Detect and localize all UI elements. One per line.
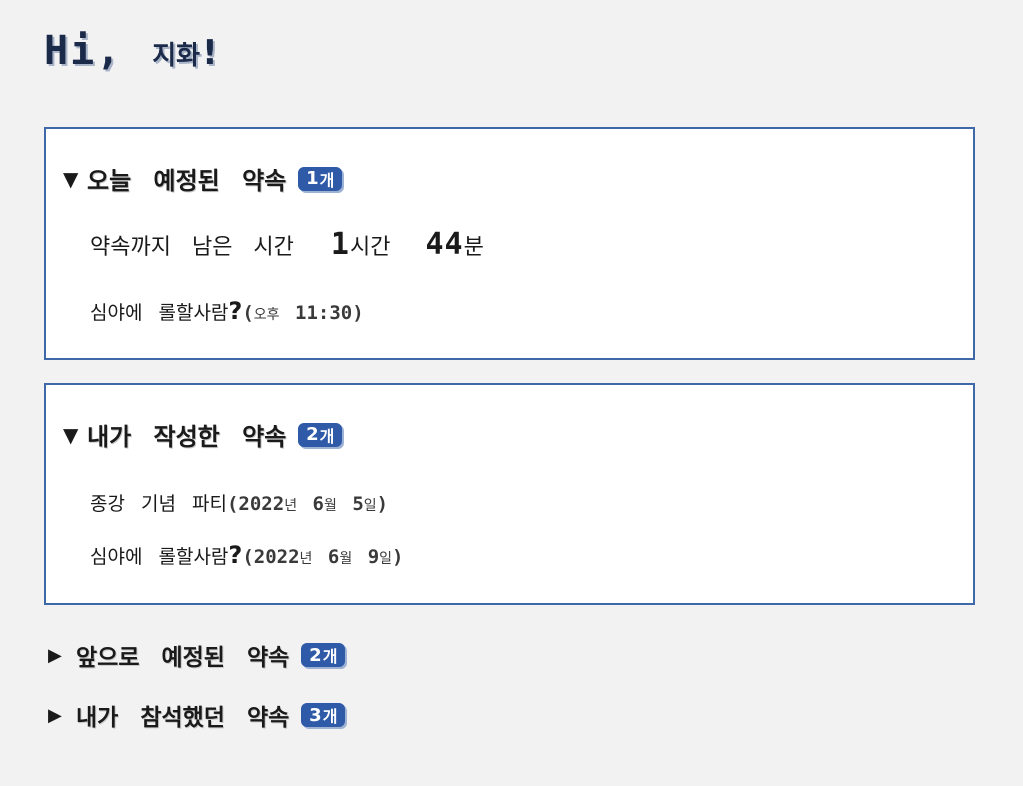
collapse-triangle-icon: ▼ bbox=[63, 166, 79, 191]
count-badge-unit: 개 bbox=[319, 426, 335, 446]
time-remaining-hours: 1 bbox=[330, 227, 350, 262]
date-year-unit: 년 bbox=[284, 498, 298, 514]
appointment-item[interactable]: 심야에 롤할사람?(2022년 6월 9일) bbox=[90, 541, 403, 569]
count-badge: 2 개 bbox=[301, 643, 346, 667]
today-appointments-header[interactable]: ▼ 오늘 예정된 약속 1 개 bbox=[63, 161, 343, 196]
my-appointments-panel: ▼ 내가 작성한 약속 2 개 종강 기념 파티(2022년 6월 5일) 심야… bbox=[44, 383, 975, 605]
date-year: 2022 bbox=[253, 546, 300, 568]
expand-triangle-icon: ▶ bbox=[48, 704, 62, 726]
appointment-question-mark: ? bbox=[228, 297, 243, 325]
appointment-name: 종강 기념 파티 bbox=[90, 493, 227, 515]
count-badge: 1 개 bbox=[298, 166, 343, 191]
date-month-unit: 월 bbox=[339, 551, 353, 567]
date-day: 9 bbox=[367, 546, 380, 568]
appointment-date: (2022년 6월 9일) bbox=[242, 546, 404, 568]
time-remaining-label: 약속까지 남은 시간 bbox=[90, 235, 294, 260]
greeting: Hi, 지화 ! bbox=[44, 28, 218, 74]
count-badge-number: 3 bbox=[309, 704, 322, 726]
count-badge-unit: 개 bbox=[319, 170, 335, 190]
my-appointments-title: 내가 작성한 약속 bbox=[87, 423, 287, 451]
attended-appointments-title: 내가 참석했던 약속 bbox=[76, 705, 290, 731]
appointment-name: 심야에 롤할사람 bbox=[90, 302, 229, 324]
appointment-time: (오후 11:30) bbox=[242, 302, 363, 324]
time-remaining-minutes-unit: 분 bbox=[463, 235, 484, 260]
date-day-unit: 일 bbox=[379, 551, 393, 567]
date-month-unit: 월 bbox=[323, 498, 337, 514]
count-badge-unit: 개 bbox=[322, 707, 338, 726]
paren-close: ) bbox=[352, 302, 364, 324]
appointment-name: 심야에 롤할사람 bbox=[90, 546, 229, 568]
today-appointments-panel: ▼ 오늘 예정된 약속 1 개 약속까지 남은 시간 1시간 44분 심야에 롤… bbox=[44, 127, 975, 360]
upcoming-appointments-title: 앞으로 예정된 약속 bbox=[76, 645, 290, 671]
greeting-exclamation: ! bbox=[202, 33, 218, 73]
paren-open: ( bbox=[242, 302, 254, 324]
date-year: 2022 bbox=[238, 493, 285, 515]
date-month: 6 bbox=[327, 546, 340, 568]
appointment-clock: 11:30 bbox=[295, 302, 353, 324]
collapse-triangle-icon: ▼ bbox=[63, 422, 79, 447]
appointment-ampm: 오후 bbox=[253, 307, 280, 323]
count-badge-number: 2 bbox=[309, 644, 322, 666]
date-month: 6 bbox=[312, 493, 324, 515]
expand-triangle-icon: ▶ bbox=[48, 644, 62, 666]
greeting-user-name: 지화 bbox=[152, 41, 201, 71]
date-day: 5 bbox=[352, 493, 364, 515]
count-badge-number: 2 bbox=[306, 424, 319, 445]
today-appointments-title: 오늘 예정된 약속 bbox=[87, 167, 287, 195]
upcoming-appointments-header[interactable]: ▶ 앞으로 예정된 약속 2 개 bbox=[48, 638, 346, 672]
attended-appointments-header[interactable]: ▶ 내가 참석했던 약속 3 개 bbox=[48, 698, 346, 732]
appointment-date: (2022년 6월 5일) bbox=[226, 493, 389, 515]
count-badge: 3 개 bbox=[301, 703, 346, 727]
date-year-unit: 년 bbox=[299, 551, 313, 567]
date-day-unit: 일 bbox=[363, 498, 377, 514]
time-remaining-hours-unit: 시간 bbox=[349, 235, 391, 260]
appointment-question-mark: ? bbox=[228, 541, 243, 569]
time-remaining: 약속까지 남은 시간 1시간 44분 bbox=[90, 227, 484, 262]
my-appointments-header[interactable]: ▼ 내가 작성한 약속 2 개 bbox=[63, 417, 343, 452]
time-remaining-minutes: 44 bbox=[425, 227, 464, 262]
count-badge-number: 1 bbox=[306, 168, 319, 189]
count-badge: 2 개 bbox=[298, 422, 343, 447]
appointment-item[interactable]: 종강 기념 파티(2022년 6월 5일) bbox=[90, 489, 388, 516]
greeting-hi: Hi, bbox=[44, 28, 123, 74]
appointment-item[interactable]: 심야에 롤할사람?(오후 11:30) bbox=[90, 297, 364, 325]
count-badge-unit: 개 bbox=[322, 647, 338, 666]
